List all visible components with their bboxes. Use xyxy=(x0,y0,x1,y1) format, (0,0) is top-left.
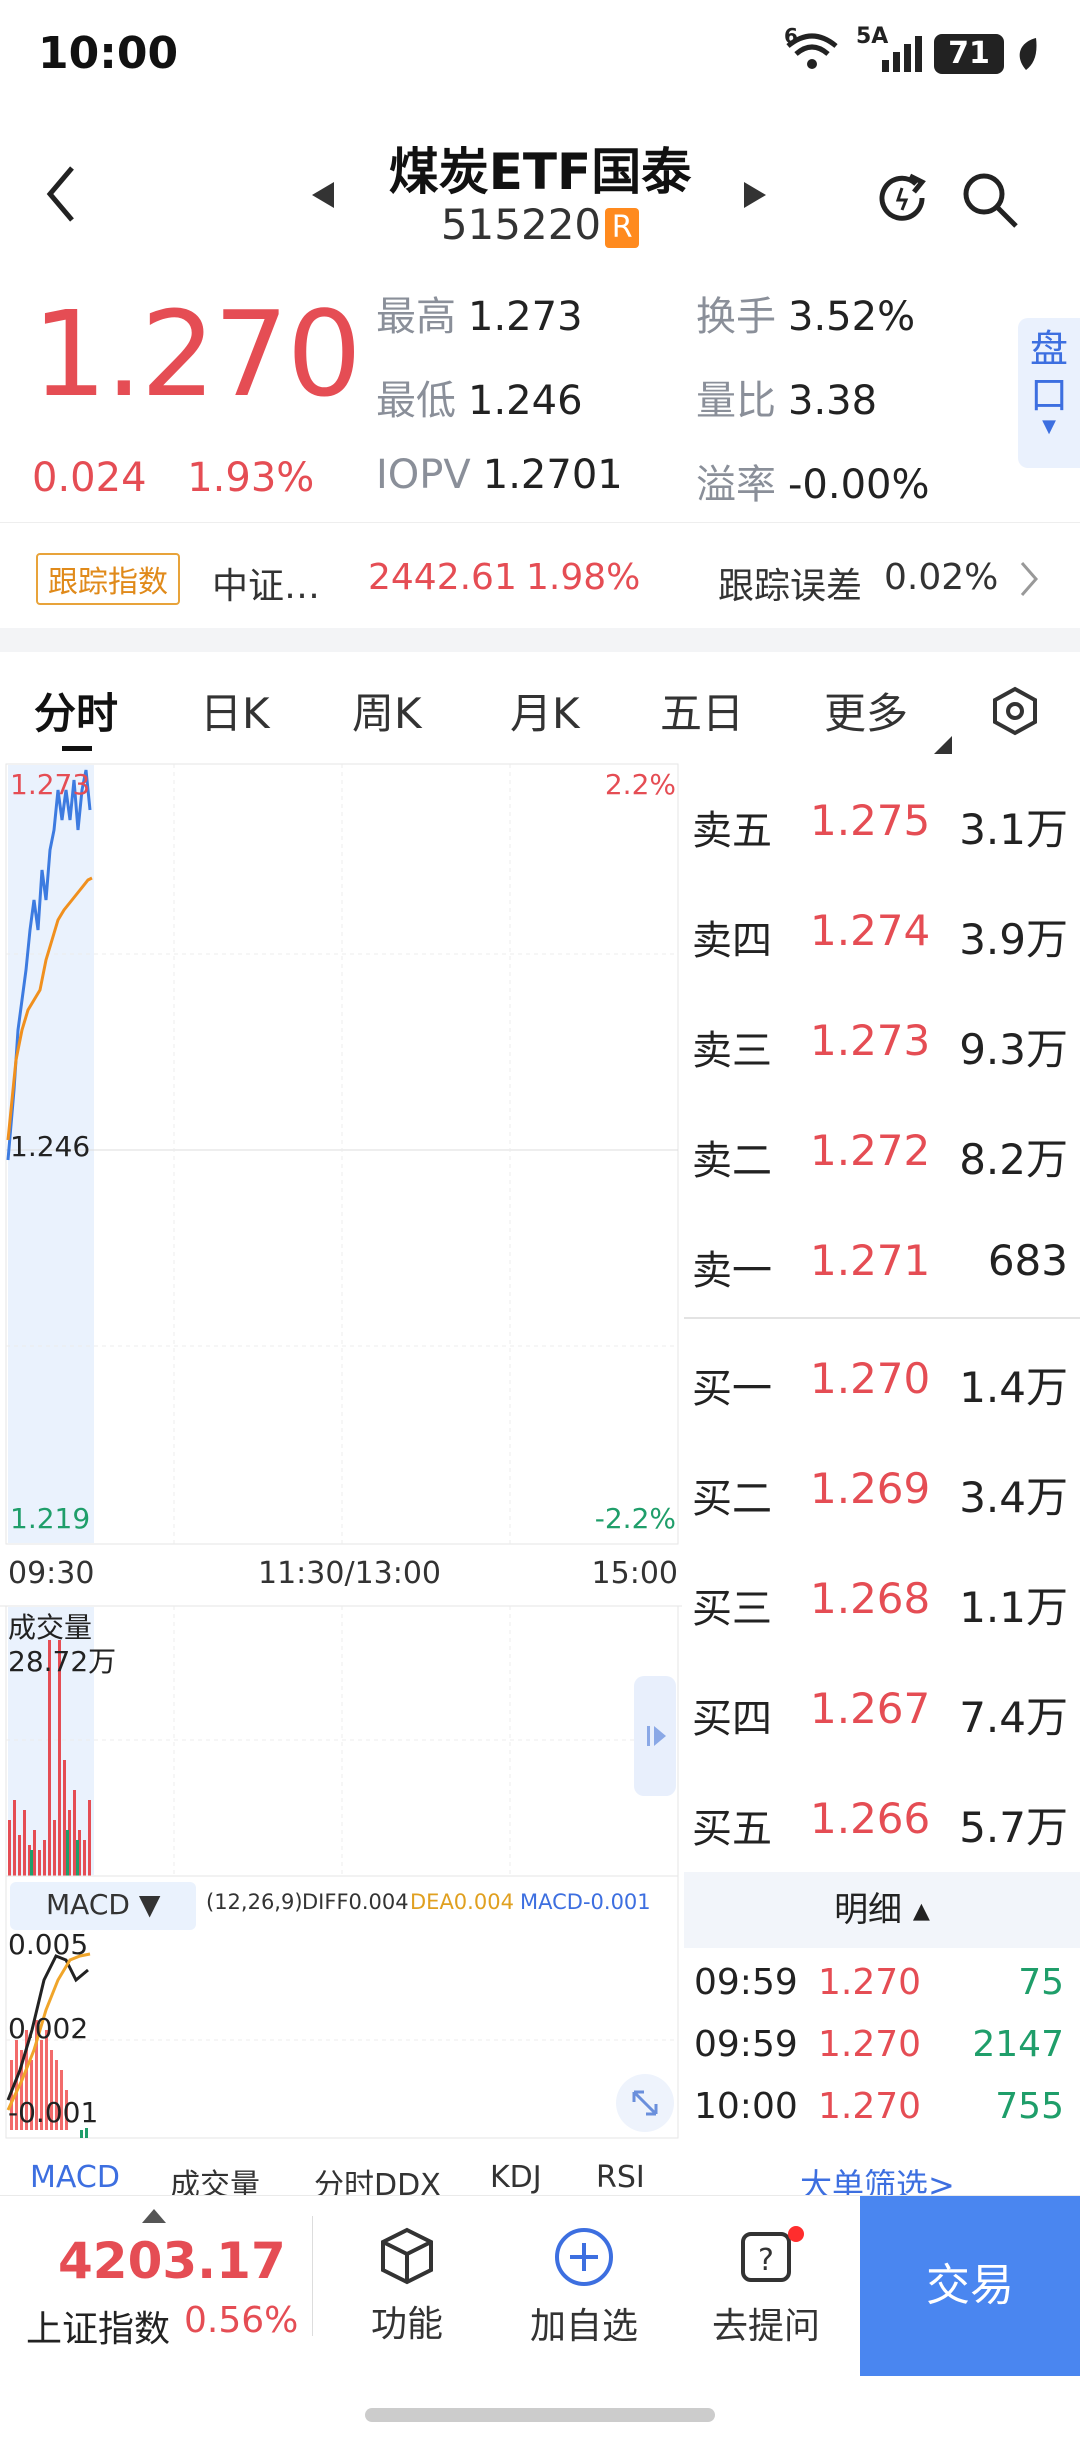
plus-circle-icon xyxy=(524,2226,644,2297)
bid-4: 买四 1.267 7.4万 xyxy=(692,1684,1068,1742)
chart-canvas xyxy=(0,763,682,2139)
chevron-right-icon xyxy=(1018,559,1040,603)
status-time: 10:00 xyxy=(38,28,179,79)
time-end: 15:00 xyxy=(591,1556,678,1591)
ask-2: 卖二 1.272 8.2万 xyxy=(692,1126,1068,1184)
tab-intraday[interactable]: 分时 xyxy=(34,680,118,741)
volume-value: 28.72万 xyxy=(8,1645,117,1678)
bid-1: 买一 1.270 1.4万 xyxy=(692,1354,1068,1412)
trade-detail-row: 09:59 1.270 2147 xyxy=(694,2024,1064,2065)
trade-button[interactable]: 交易 xyxy=(860,2196,1080,2376)
y-axis-mid: 1.246 xyxy=(10,1130,91,1163)
home-indicator[interactable] xyxy=(365,2408,715,2422)
tracking-error: 0.02% xyxy=(884,557,999,598)
more-caret-icon xyxy=(934,736,952,758)
status-bar: 10:00 6 5A 71 xyxy=(0,0,1080,110)
intraday-chart[interactable]: 1.273 1.246 1.219 2.2% -2.2% 09:30 11:30… xyxy=(0,760,682,2195)
svg-text:?: ? xyxy=(758,2243,774,2278)
time-mid: 11:30/13:00 xyxy=(258,1556,442,1591)
tracking-error-label: 跟踪误差 xyxy=(718,566,863,607)
bottom-divider xyxy=(312,2216,313,2336)
rzrq-badge: R xyxy=(605,208,640,248)
chart-settings-icon[interactable] xyxy=(990,686,1040,740)
function-button[interactable]: 功能 xyxy=(362,2226,452,2347)
bid-2: 买二 1.269 3.4万 xyxy=(692,1464,1068,1522)
bid-3: 买三 1.268 1.1万 xyxy=(692,1574,1068,1632)
wifi-tag: 6 xyxy=(784,24,798,48)
macd-selector[interactable]: MACD ▼ xyxy=(46,1888,160,1921)
macd-y2: 0.002 xyxy=(8,2012,89,2045)
expand-panel-icon[interactable] xyxy=(634,1676,676,1796)
period-tabs: 分时 日K 周K 月K 五日 更多 xyxy=(0,660,1080,760)
ask-3: 卖三 1.273 9.3万 xyxy=(692,1016,1068,1074)
ind-tab-rsi[interactable]: RSI xyxy=(596,2160,645,2195)
bid-5: 买五 1.266 5.7万 xyxy=(692,1794,1068,1852)
tab-monthly-k[interactable]: 月K xyxy=(510,680,580,741)
notification-dot xyxy=(788,2226,804,2242)
stat-premium: 溢率 -0.00% xyxy=(696,462,930,508)
macd-diff: DIFF0.004 xyxy=(302,1890,409,1914)
macd-y3: -0.001 xyxy=(8,2096,99,2129)
stat-turnover: 换手 3.52% xyxy=(696,294,916,340)
ask-1: 卖一 1.271 683 xyxy=(692,1236,1068,1294)
stat-iopv: IOPV 1.2701 xyxy=(376,452,623,498)
time-start: 09:30 xyxy=(8,1556,95,1591)
y-axis-bottom: 1.219 xyxy=(10,1502,91,1535)
ask-question-button[interactable]: ? 去提问 xyxy=(706,2226,826,2349)
price-change-line: 0.024 1.93% xyxy=(32,455,314,501)
tracking-tag: 跟踪指数 xyxy=(36,553,180,605)
cube-icon xyxy=(362,2226,452,2295)
last-price: 1.270 xyxy=(32,285,362,423)
tracking-pct: 1.98% xyxy=(526,557,641,598)
fullscreen-icon[interactable] xyxy=(616,2074,674,2132)
stock-header: 煤炭ETF国泰 515220 R xyxy=(0,110,1080,275)
price-change: 0.024 xyxy=(32,455,147,501)
next-stock-icon[interactable] xyxy=(742,180,768,214)
search-icon[interactable] xyxy=(960,170,1020,234)
question-icon: ? xyxy=(706,2226,826,2297)
trade-detail-row: 10:00 1.270 755 xyxy=(694,2086,1064,2127)
section-divider xyxy=(0,628,1080,652)
price-change-pct: 1.93% xyxy=(187,455,315,501)
ask-4: 卖四 1.274 3.9万 xyxy=(692,906,1068,964)
pankou-toggle[interactable]: 盘口 ▼ xyxy=(1018,318,1080,468)
add-watchlist-button[interactable]: 加自选 xyxy=(524,2226,644,2349)
tracking-index-row[interactable]: 跟踪指数 中证… 2442.61 1.98% 跟踪误差 0.02% xyxy=(0,522,1080,635)
index-name: 上证指数 xyxy=(26,2309,171,2350)
tab-five-day[interactable]: 五日 xyxy=(660,680,744,741)
stat-low: 最低 1.246 xyxy=(376,378,583,424)
trade-details-header[interactable]: 明细 ▴ xyxy=(684,1872,1080,1948)
tab-weekly-k[interactable]: 周K xyxy=(352,680,422,741)
ind-tab-kdj[interactable]: KDJ xyxy=(490,2160,542,2195)
macd-params: (12,26,9) xyxy=(206,1890,303,1914)
tracking-value: 2442.61 xyxy=(368,557,517,598)
tracking-name: 中证… xyxy=(212,566,321,607)
index-pct: 0.56% xyxy=(184,2300,299,2341)
pct-axis-top: 2.2% xyxy=(604,768,676,801)
index-value[interactable]: 4203.17 xyxy=(58,2232,286,2290)
stock-code: 515220 xyxy=(440,200,602,249)
index-up-icon xyxy=(142,2208,166,2227)
battery-icon: 71 xyxy=(934,34,1004,74)
macd-dea: DEA0.004 xyxy=(410,1890,514,1914)
refresh-icon[interactable] xyxy=(876,172,928,228)
macd-y1: 0.005 xyxy=(8,1928,89,1961)
ask-5: 卖五 1.275 3.1万 xyxy=(692,796,1068,854)
pct-axis-bottom: -2.2% xyxy=(594,1502,676,1535)
tab-indicator xyxy=(62,746,92,751)
tab-more[interactable]: 更多 xyxy=(824,680,908,741)
y-axis-top: 1.273 xyxy=(10,768,91,801)
ind-tab-macd[interactable]: MACD xyxy=(30,2160,120,2195)
signal-icon xyxy=(880,36,924,76)
tab-daily-k[interactable]: 日K xyxy=(200,680,270,741)
stat-volume-ratio: 量比 3.38 xyxy=(696,378,878,424)
trade-detail-row: 09:59 1.270 75 xyxy=(694,1962,1064,2003)
macd-value: MACD-0.001 xyxy=(520,1890,651,1914)
orderbook-divider xyxy=(684,1317,1080,1319)
leaf-icon xyxy=(1014,36,1038,76)
stat-high: 最高 1.273 xyxy=(376,294,583,340)
